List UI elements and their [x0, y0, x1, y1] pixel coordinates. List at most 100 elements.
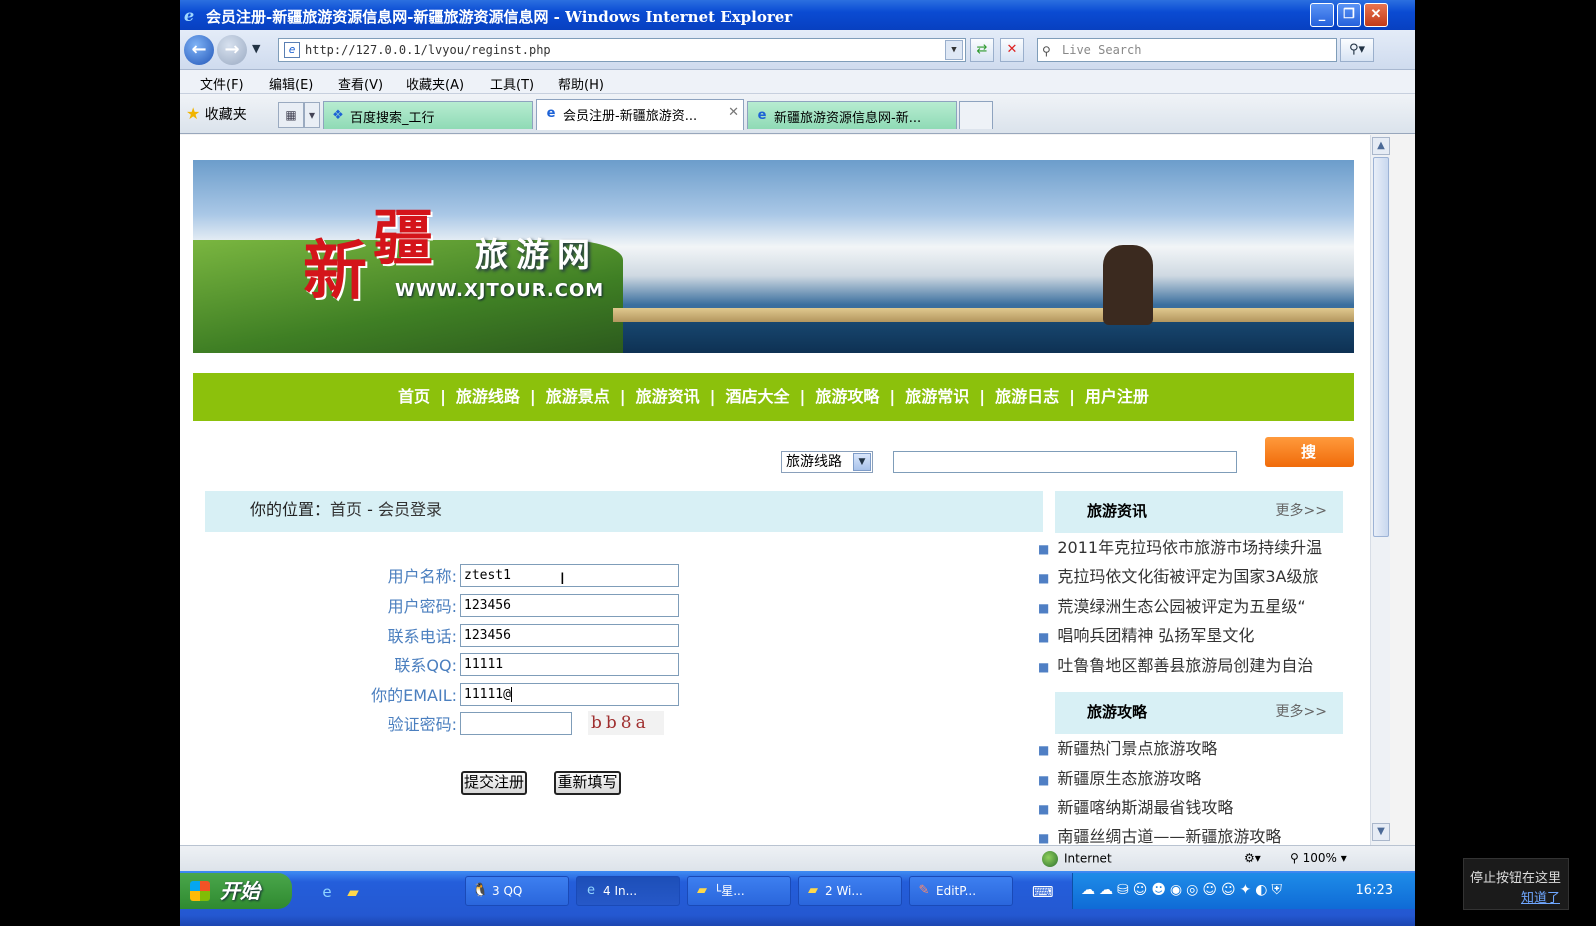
page-icon: e [284, 42, 300, 58]
nav-register[interactable]: 用户注册 [1085, 387, 1149, 406]
logo-char-jiang: 疆 [373, 204, 433, 274]
address-dropdown-icon[interactable]: ▼ [945, 40, 963, 60]
status-bar: Internet ⚙▾ ⚲ 100% ▾ [180, 845, 1415, 871]
back-button[interactable]: ← [184, 35, 214, 65]
quicklaunch-ie-icon[interactable]: e [317, 883, 337, 901]
task-explorer[interactable]: ▰ └星... [687, 876, 791, 906]
menu-tools[interactable]: 工具(T) [490, 74, 534, 93]
username-field[interactable]: ztest1 [460, 564, 679, 587]
news-item[interactable]: ■ 吐鲁鲁地区鄯善县旅游局创建为自治 [1038, 652, 1368, 676]
guide-item[interactable]: ■ 新疆热门景点旅游攻略 [1038, 735, 1368, 759]
menu-view[interactable]: 查看(V) [338, 74, 383, 93]
menu-favorites[interactable]: 收藏夹(A) [406, 74, 464, 93]
menu-edit[interactable]: 编辑(E) [269, 74, 313, 93]
captcha-image[interactable]: bb8a [588, 711, 664, 735]
breadcrumb-home[interactable]: 首页 [330, 500, 362, 519]
start-button[interactable]: 开始 [180, 873, 292, 909]
search-category-select[interactable]: 旅游线路 ▼ [781, 451, 873, 473]
news-item[interactable]: ■ 克拉玛依文化街被评定为国家3A级旅 [1038, 563, 1368, 587]
stop-button[interactable]: ✕ [1000, 38, 1024, 62]
news-more-link[interactable]: 更多>> [1276, 491, 1327, 531]
address-url: http://127.0.0.1/lvyou/reginst.php [305, 43, 551, 57]
nav-home[interactable]: 首页 [398, 387, 430, 406]
notice-ok-link[interactable]: 知道了 [1521, 887, 1560, 906]
keyboard-icon[interactable]: ⌨ [1032, 883, 1054, 901]
window-title: 会员注册-新疆旅游资源信息网-新疆旅游资源信息网 - Windows Inter… [206, 8, 793, 26]
phone-field[interactable]: 123456 [460, 624, 679, 647]
search-go-button[interactable]: ⚲▾ [1340, 38, 1374, 62]
news-item[interactable]: ■ 唱响兵团精神 弘扬军垦文化 [1038, 622, 1368, 646]
news-item-title: 荒漠绿洲生态公园被评定为五星级“ [1057, 597, 1306, 616]
scroll-up-icon[interactable]: ▲ [1372, 137, 1390, 155]
site-search-button[interactable]: 搜 索 [1265, 437, 1354, 491]
quicklaunch-folder-icon[interactable]: ▰ [343, 883, 363, 901]
tab-home[interactable]: e 新疆旅游资源信息网-新... [747, 101, 957, 129]
nav-news[interactable]: 旅游资讯 [636, 387, 700, 406]
nav-guides[interactable]: 旅游攻略 [815, 387, 879, 406]
new-tab-button[interactable] [959, 101, 993, 129]
maximize-button[interactable]: ❐ [1337, 3, 1361, 27]
menu-file[interactable]: 文件(F) [200, 74, 244, 93]
tab-list-dropdown[interactable]: ▾ [304, 102, 320, 128]
task-label: 2 Wi... [825, 884, 863, 898]
news-item[interactable]: ■ 2011年克拉玛依市旅游市场持续升温 [1038, 534, 1368, 558]
email-field[interactable]: 11111@ [460, 683, 679, 706]
task-qq[interactable]: 🐧 3 QQ [465, 876, 569, 906]
nav-routes[interactable]: 旅游线路 [456, 387, 520, 406]
tray-icons[interactable]: ☁☁⛁☺☻◉◎☺☺✦◐⛨ [1081, 882, 1286, 898]
captcha-label: 验证密码: [387, 715, 457, 734]
password-field[interactable]: 123456 [460, 594, 679, 617]
tab-baidu[interactable]: ❖ 百度搜索_工行 [323, 101, 533, 129]
site-search-input[interactable] [893, 451, 1237, 473]
task-windows[interactable]: ▰ 2 Wi... [798, 876, 902, 906]
search-field[interactable]: ⚲ Live Search [1037, 38, 1337, 62]
guide-item[interactable]: ■ 新疆喀纳斯湖最省钱攻略 [1038, 794, 1368, 818]
bullet-icon: ■ [1038, 630, 1050, 644]
minimize-button[interactable]: _ [1310, 3, 1334, 27]
chevron-down-icon: ▼ [853, 453, 871, 471]
task-label: 3 QQ [492, 884, 523, 898]
favorites-button[interactable]: ★ 收藏夹 [186, 104, 247, 124]
tab-label: 新疆旅游资源信息网-新... [774, 111, 922, 126]
protected-mode-icon[interactable]: ⚙▾ [1244, 851, 1261, 865]
nav-hotels[interactable]: 酒店大全 [725, 387, 789, 406]
guide-item[interactable]: ■ 南疆丝绸古道——新疆旅游攻略 [1038, 823, 1368, 845]
main-nav: 首页 | 旅游线路 | 旅游景点 | 旅游资讯 | 酒店大全 | 旅游攻略 | 旅游常识 | 旅游日志 | 用户… [193, 373, 1354, 421]
nav-journals[interactable]: 旅游日志 [995, 387, 1059, 406]
task-ie[interactable]: e 4 In... [576, 876, 680, 906]
star-icon: ★ [186, 104, 201, 123]
zoom-icon: ⚲ [1290, 851, 1303, 865]
vertical-scrollbar[interactable]: ▲ ▼ [1370, 135, 1390, 845]
password-label: 用户密码: [387, 597, 457, 616]
guide-item[interactable]: ■ 新疆原生态旅游攻略 [1038, 765, 1368, 789]
zoom-control[interactable]: ⚲ 100% ▾ [1290, 851, 1347, 865]
menu-help[interactable]: 帮助(H) [558, 74, 604, 93]
submit-register-button[interactable]: 提交注册 [461, 771, 527, 795]
captcha-field[interactable] [460, 712, 572, 735]
history-dropdown-icon[interactable]: ▼ [252, 42, 260, 55]
quick-tabs-button[interactable]: ▦ [278, 102, 304, 128]
address-bar[interactable]: e http://127.0.0.1/lvyou/reginst.php ▼ [278, 38, 966, 62]
scroll-down-icon[interactable]: ▼ [1372, 823, 1390, 841]
tab-register[interactable]: e 会员注册-新疆旅游资... ✕ [536, 99, 744, 130]
ie-logo-icon: e [184, 6, 195, 25]
news-section-title: 旅游资讯 [1087, 502, 1148, 520]
start-label: 开始 [220, 879, 260, 903]
qq-field[interactable]: 11111 [460, 653, 679, 676]
guide-more-link[interactable]: 更多>> [1276, 692, 1327, 732]
tab-close-icon[interactable]: ✕ [728, 105, 739, 120]
forward-button[interactable]: → [217, 35, 247, 65]
tab-bar: ★ 收藏夹 ▦ ▾ ❖ 百度搜索_工行 e 会员注册-新疆旅游资... ✕ e … [180, 94, 1415, 134]
nav-tips[interactable]: 旅游常识 [905, 387, 969, 406]
notice-text: 停止按钮在这里 [1470, 871, 1562, 886]
reset-form-button[interactable]: 重新填写 [554, 771, 621, 795]
bullet-icon: ■ [1038, 831, 1050, 845]
task-label: EditP... [936, 884, 977, 898]
refresh-button[interactable]: ⇄ [970, 38, 994, 62]
nav-attractions[interactable]: 旅游景点 [546, 387, 610, 406]
task-editplus[interactable]: ✎ EditP... [909, 876, 1013, 906]
close-button[interactable]: ✕ [1364, 3, 1388, 27]
guide-item-title: 南疆丝绸古道——新疆旅游攻略 [1057, 827, 1282, 845]
news-item[interactable]: ■ 荒漠绿洲生态公园被评定为五星级“ [1038, 593, 1368, 617]
scroll-thumb[interactable] [1373, 157, 1389, 537]
